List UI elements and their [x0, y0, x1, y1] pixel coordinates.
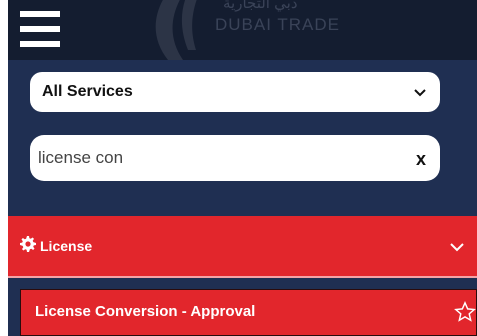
category-license[interactable]: License: [8, 216, 477, 278]
gear-icon: [20, 236, 36, 252]
logo-arabic-text: دبي التجارية: [223, 0, 298, 12]
search-field[interactable]: x: [30, 135, 440, 181]
dubai-trade-logo: [155, 0, 197, 60]
header-bar: دبي التجارية DUBAI TRADE: [8, 0, 477, 60]
menu-icon[interactable]: [20, 9, 60, 49]
search-input[interactable]: [36, 141, 390, 175]
services-select-value: All Services: [42, 83, 133, 100]
mobile-page: دبي التجارية DUBAI TRADE All Services x …: [8, 0, 477, 336]
logo-text: DUBAI TRADE: [215, 15, 340, 34]
services-select[interactable]: All Services: [30, 72, 440, 112]
clear-search-button[interactable]: x: [416, 149, 426, 170]
chevron-down-icon: [450, 243, 464, 252]
service-item-label: License Conversion - Approval: [35, 303, 256, 320]
category-label: License: [40, 238, 93, 254]
chevron-down-icon: [414, 89, 426, 97]
service-item[interactable]: License Conversion - Approval: [20, 289, 477, 336]
star-icon[interactable]: [454, 301, 476, 323]
